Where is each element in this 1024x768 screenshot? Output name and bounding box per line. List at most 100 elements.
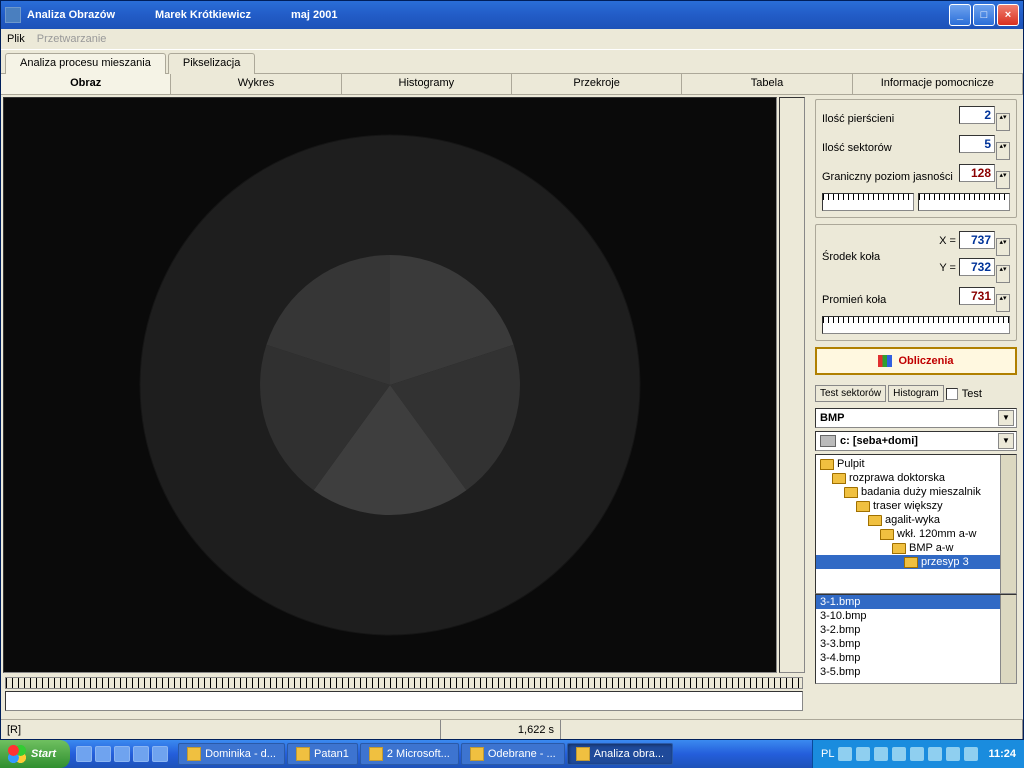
radius-value[interactable]: 731: [959, 287, 995, 305]
ql-icon[interactable]: [133, 746, 149, 762]
system-tray: PL 11:24: [812, 740, 1024, 768]
tab-histogramy[interactable]: Histogramy: [342, 74, 512, 94]
drive-icon: [820, 435, 836, 447]
tree-item[interactable]: przesyp 3: [816, 555, 1016, 569]
tree-scrollbar[interactable]: [1000, 455, 1016, 593]
right-panel: Ilość pierścieni 2▴▾ Ilość sektorów 5▴▾ …: [811, 95, 1023, 719]
ql-icon[interactable]: [95, 746, 111, 762]
test-check-label: Test: [962, 388, 982, 400]
calculate-button[interactable]: Obliczenia: [815, 347, 1017, 375]
tab-wykres[interactable]: Wykres: [171, 74, 341, 94]
left-pane: [1, 95, 811, 719]
brightness-value[interactable]: 128: [959, 164, 995, 182]
folder-icon: [904, 557, 918, 568]
menu-processing[interactable]: Przetwarzanie: [37, 33, 107, 45]
rings-label: Ilość pierścieni: [822, 113, 894, 125]
file-item[interactable]: 3-1.bmp: [816, 595, 1016, 609]
windows-logo-icon: [8, 745, 26, 763]
ql-icon[interactable]: [152, 746, 168, 762]
rings-value[interactable]: 2: [959, 106, 995, 124]
vertical-slider[interactable]: [779, 97, 805, 673]
tray-icon[interactable]: [928, 747, 942, 761]
folder-tree[interactable]: Pulpitrozprawa doktorskabadania duży mie…: [815, 454, 1017, 594]
tray-icon[interactable]: [946, 747, 960, 761]
tab-obraz[interactable]: Obraz: [1, 74, 171, 94]
start-button[interactable]: Start: [0, 740, 70, 768]
x-spin[interactable]: ▴▾: [996, 238, 1010, 256]
tree-item[interactable]: BMP a-w: [816, 541, 1016, 555]
tree-item[interactable]: traser większy: [816, 499, 1016, 513]
sectors-value[interactable]: 5: [959, 135, 995, 153]
tray-icon[interactable]: [964, 747, 978, 761]
lang-indicator[interactable]: PL: [821, 748, 834, 760]
x-value[interactable]: 737: [959, 231, 995, 249]
tray-icon[interactable]: [892, 747, 906, 761]
tray-icon[interactable]: [874, 747, 888, 761]
tab-pixelization[interactable]: Pikselizacja: [168, 53, 255, 74]
tree-item[interactable]: Pulpit: [816, 457, 1016, 471]
tray-icon[interactable]: [856, 747, 870, 761]
radius-ruler[interactable]: [822, 316, 1010, 334]
radius-label: Promień koła: [822, 294, 886, 306]
file-item[interactable]: 3-5.bmp: [816, 665, 1016, 679]
analysis-overlay: [130, 125, 650, 645]
file-list[interactable]: 3-1.bmp3-10.bmp3-2.bmp3-3.bmp3-4.bmp3-5.…: [815, 594, 1017, 684]
params-panel-2: Środek koła X = 737▴▾ Y = 732▴▾ Promień …: [815, 224, 1017, 341]
menubar: Plik Przetwarzanie: [1, 29, 1023, 49]
folder-icon: [880, 529, 894, 540]
app-icon: [5, 7, 21, 23]
file-item[interactable]: 3-3.bmp: [816, 637, 1016, 651]
statusbar: [R] 1,622 s: [1, 719, 1023, 739]
maximize-button[interactable]: □: [973, 4, 995, 26]
file-item[interactable]: 3-2.bmp: [816, 623, 1016, 637]
close-button[interactable]: ×: [997, 4, 1019, 26]
tree-item[interactable]: wkł. 120mm a-w: [816, 527, 1016, 541]
ruler-a[interactable]: [822, 193, 914, 211]
folder-icon: [892, 543, 906, 554]
tab-tabela[interactable]: Tabela: [682, 74, 852, 94]
bottom-input[interactable]: [5, 691, 803, 711]
task-icon: [296, 747, 310, 761]
image-canvas[interactable]: [3, 97, 777, 673]
taskbar-task[interactable]: Odebrane - ...: [461, 743, 565, 765]
task-icon: [576, 747, 590, 761]
tree-item[interactable]: rozprawa doktorska: [816, 471, 1016, 485]
taskbar-task[interactable]: Analiza obra...: [567, 743, 673, 765]
taskbar-task[interactable]: Dominika - d...: [178, 743, 285, 765]
ql-icon[interactable]: [76, 746, 92, 762]
test-sectors-button[interactable]: Test sektorów: [815, 385, 886, 402]
task-icon: [369, 747, 383, 761]
status-left: [R]: [1, 720, 441, 739]
taskbar-task[interactable]: Patan1: [287, 743, 358, 765]
filelist-scrollbar[interactable]: [1000, 595, 1016, 683]
drive-dropdown[interactable]: c: [seba+domi]▼: [815, 431, 1017, 451]
sectors-label: Ilość sektorów: [822, 142, 892, 154]
clock[interactable]: 11:24: [988, 748, 1016, 760]
tree-item[interactable]: agalit-wyka: [816, 513, 1016, 527]
file-item[interactable]: 3-4.bmp: [816, 651, 1016, 665]
quick-launch: [70, 746, 174, 762]
tab-mixing-analysis[interactable]: Analiza procesu mieszania: [5, 53, 166, 74]
histogram-button[interactable]: Histogram: [888, 385, 944, 402]
tree-item[interactable]: badania duży mieszalnik: [816, 485, 1016, 499]
filetype-dropdown[interactable]: BMP▼: [815, 408, 1017, 428]
ruler-b[interactable]: [918, 193, 1010, 211]
tray-icon[interactable]: [838, 747, 852, 761]
radius-spin[interactable]: ▴▾: [996, 294, 1010, 312]
tray-icon[interactable]: [910, 747, 924, 761]
minimize-button[interactable]: _: [949, 4, 971, 26]
tab-informacje-pomocnicze[interactable]: Informacje pomocnicze: [853, 74, 1023, 94]
tab-przekroje[interactable]: Przekroje: [512, 74, 682, 94]
test-checkbox[interactable]: [946, 388, 958, 400]
file-item[interactable]: 3-10.bmp: [816, 609, 1016, 623]
chart-icon: [878, 355, 892, 367]
horizontal-ruler[interactable]: [5, 677, 803, 689]
y-spin[interactable]: ▴▾: [996, 265, 1010, 283]
sectors-spin[interactable]: ▴▾: [996, 142, 1010, 160]
rings-spin[interactable]: ▴▾: [996, 113, 1010, 131]
y-value[interactable]: 732: [959, 258, 995, 276]
menu-file[interactable]: Plik: [7, 33, 25, 45]
ql-icon[interactable]: [114, 746, 130, 762]
taskbar-task[interactable]: 2 Microsoft...: [360, 743, 459, 765]
brightness-spin[interactable]: ▴▾: [996, 171, 1010, 189]
